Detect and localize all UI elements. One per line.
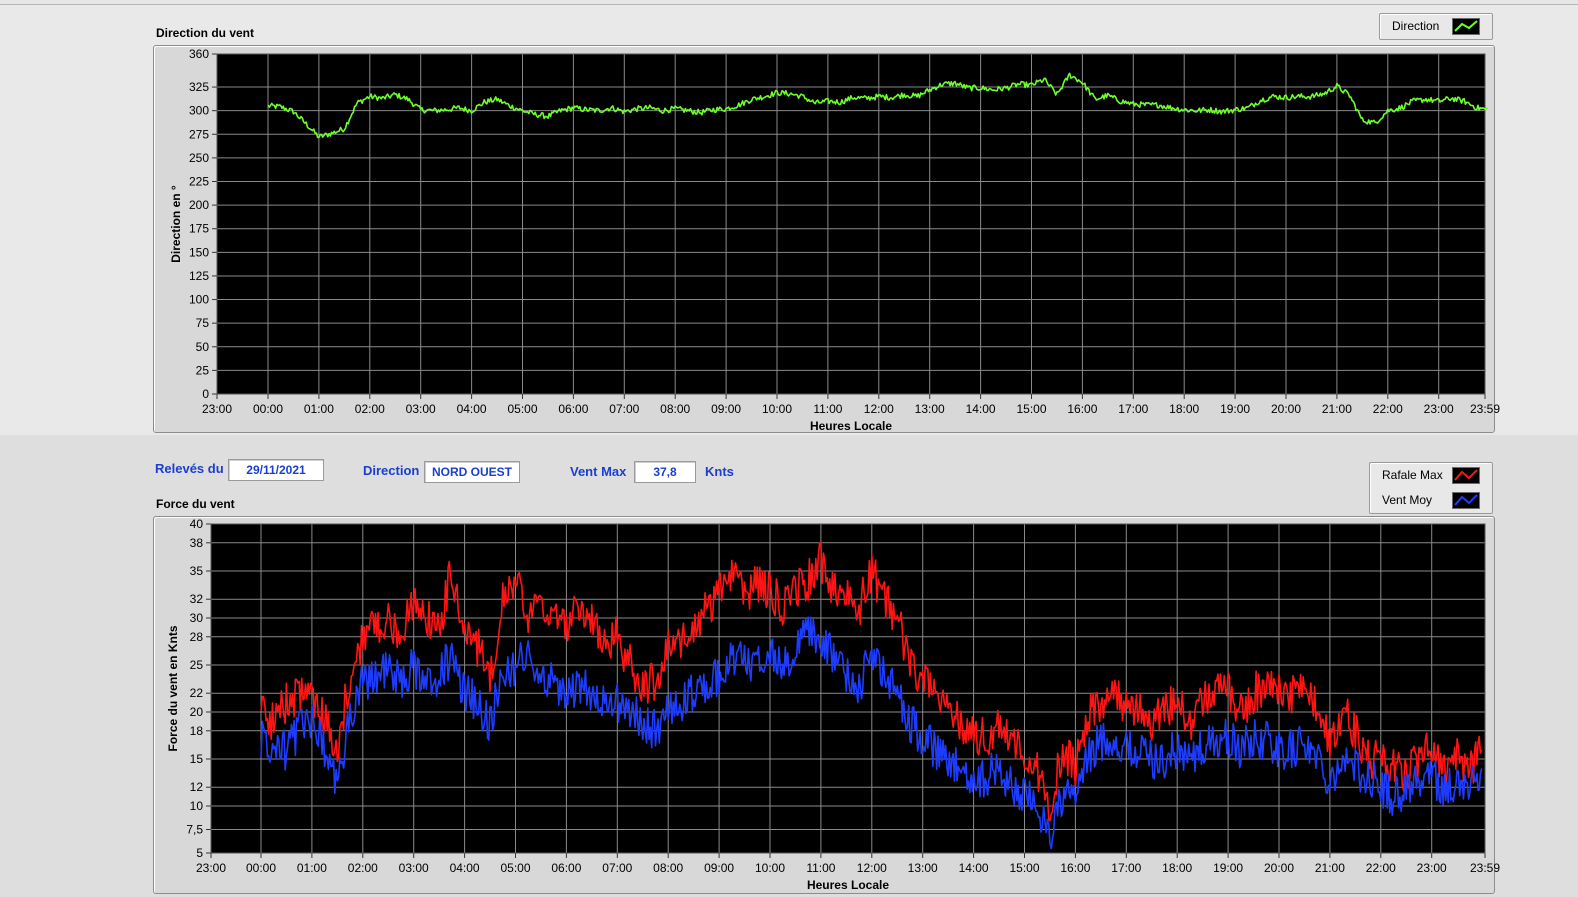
x-tick-label: 23:00 xyxy=(196,861,226,875)
y-tick-label: 38 xyxy=(190,536,204,550)
x-tick-label: 05:00 xyxy=(500,861,530,875)
x-tick-label: 16:00 xyxy=(1060,861,1090,875)
x-tick-label: 02:00 xyxy=(348,861,378,875)
y-tick-label: 12 xyxy=(190,780,204,794)
y-tick-label: 15 xyxy=(190,752,204,766)
y-tick-label: 7,5 xyxy=(186,823,203,837)
x-tick-label: 12:00 xyxy=(857,861,887,875)
x-tick-label: 08:00 xyxy=(653,861,683,875)
x-tick-label: 22:00 xyxy=(1366,861,1396,875)
x-tick-label: 15:00 xyxy=(1009,861,1039,875)
y-tick-label: 18 xyxy=(190,724,204,738)
x-tick-label: 06:00 xyxy=(551,861,581,875)
y-tick-label: 5 xyxy=(196,846,203,860)
x-tick-label: 11:00 xyxy=(806,861,835,875)
x-axis-label: Heures Locale xyxy=(807,878,889,892)
y-tick-label: 28 xyxy=(190,630,204,644)
x-tick-label: 03:00 xyxy=(399,861,429,875)
y-tick-label: 25 xyxy=(190,658,204,672)
force-chart: 5 7,5 10 12 15 18 20 22 25 28 30 32 35 38 40 23:00 00:00… xyxy=(166,517,1500,892)
x-tick-label: 07:00 xyxy=(602,861,632,875)
y-tick-label: 10 xyxy=(190,799,204,813)
y-tick-label: 30 xyxy=(190,611,204,625)
x-tick-label: 01:00 xyxy=(297,861,327,875)
x-tick-label: 23:59 xyxy=(1470,861,1500,875)
x-tick-label: 17:00 xyxy=(1111,861,1141,875)
y-tick-label: 35 xyxy=(190,564,204,578)
x-tick-label: 19:00 xyxy=(1213,861,1243,875)
x-tick-label: 00:00 xyxy=(246,861,276,875)
x-tick-label: 20:00 xyxy=(1264,861,1294,875)
y-tick-label: 40 xyxy=(190,517,204,531)
y-tick-label: 32 xyxy=(190,592,204,606)
x-tick-label: 13:00 xyxy=(908,861,938,875)
x-tick-label: 23:00 xyxy=(1417,861,1447,875)
y-tick-label: 20 xyxy=(190,705,204,719)
x-tick-label: 09:00 xyxy=(704,861,734,875)
x-tick-label: 21:00 xyxy=(1315,861,1345,875)
x-tick-label: 14:00 xyxy=(959,861,989,875)
y-tick-label: 22 xyxy=(190,686,204,700)
x-tick-label: 18:00 xyxy=(1162,861,1192,875)
x-tick-label: 04:00 xyxy=(450,861,480,875)
x-tick-label: 10:00 xyxy=(755,861,785,875)
y-axis-label: Force du vent en Knts xyxy=(166,625,180,751)
